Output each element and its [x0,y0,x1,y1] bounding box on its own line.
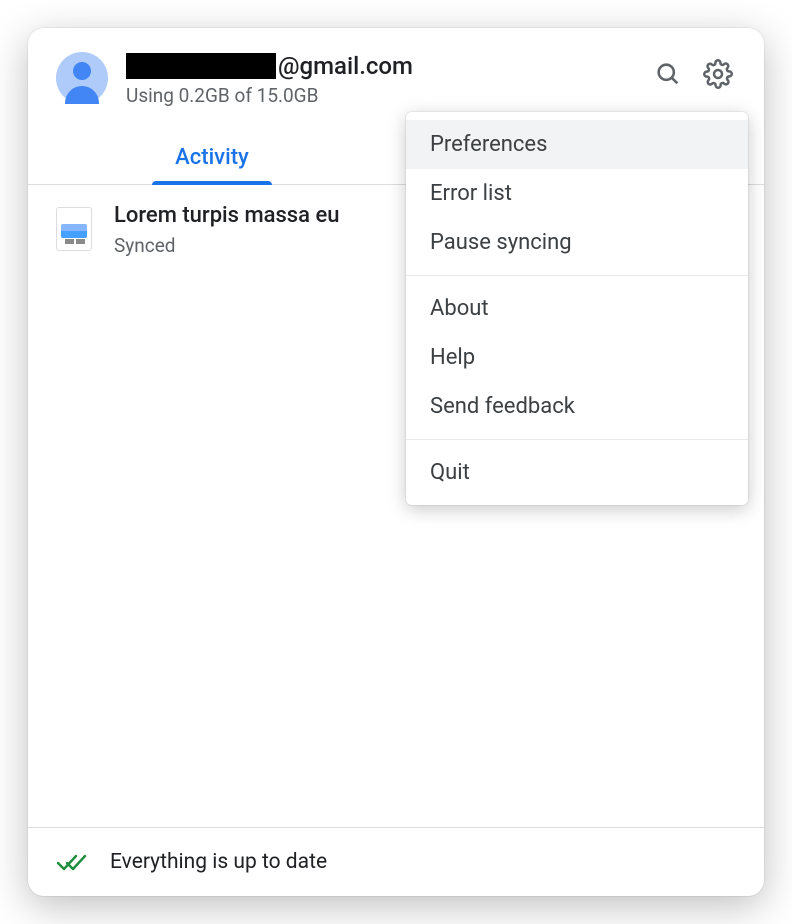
user-email: @gmail.com [126,52,632,80]
search-button[interactable] [650,56,686,92]
storage-usage: Using 0.2GB of 15.0GB [126,84,632,107]
menu-about[interactable]: About [406,284,748,333]
menu-quit[interactable]: Quit [406,448,748,497]
header-actions [650,56,736,92]
settings-menu: Preferences Error list Pause syncing Abo… [406,112,748,505]
menu-send-feedback[interactable]: Send feedback [406,382,748,431]
status-bar: Everything is up to date [28,827,764,896]
gear-icon [703,59,733,89]
menu-divider [406,275,748,276]
header: @gmail.com Using 0.2GB of 15.0GB [28,28,764,107]
menu-divider [406,439,748,440]
menu-pause-syncing[interactable]: Pause syncing [406,218,748,267]
status-text: Everything is up to date [110,850,327,874]
menu-error-list[interactable]: Error list [406,169,748,218]
menu-help[interactable]: Help [406,333,748,382]
email-domain: @gmail.com [278,52,413,80]
redacted-name [126,53,276,79]
avatar[interactable] [56,52,108,104]
menu-preferences[interactable]: Preferences [406,120,748,169]
double-check-icon [56,850,88,874]
image-file-icon [56,207,92,251]
user-info: @gmail.com Using 0.2GB of 15.0GB [126,52,632,107]
tab-activity[interactable]: Activity [28,131,396,184]
search-icon [654,60,682,88]
settings-button[interactable] [700,56,736,92]
